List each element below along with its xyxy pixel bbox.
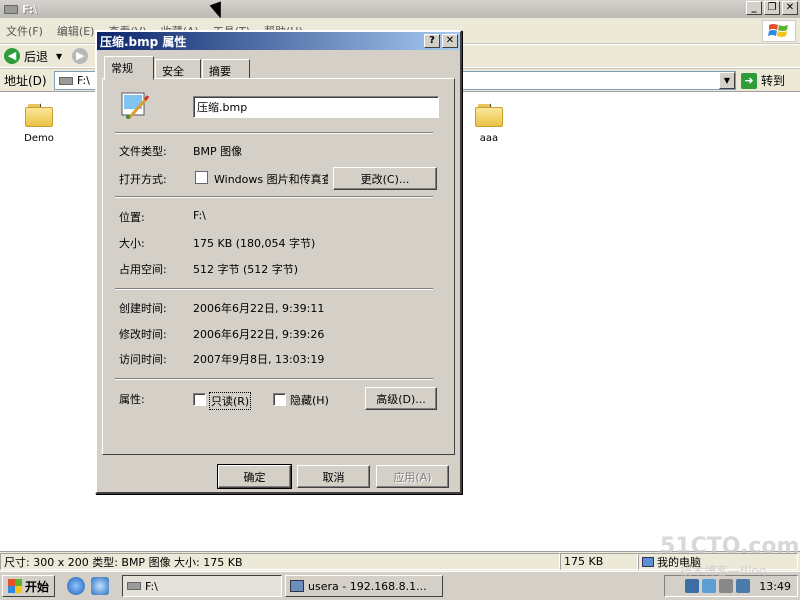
go-button[interactable]: ➜ 转到	[741, 71, 797, 90]
back-arrow-icon[interactable]: ◀	[4, 48, 20, 64]
back-dropdown-icon[interactable]: ▼	[56, 52, 62, 61]
modified-value: 2006年6月22日, 9:39:26	[193, 328, 325, 341]
address-label: 地址(D)	[4, 73, 47, 88]
close-button[interactable]: ✕	[782, 1, 798, 15]
accessed-label: 访问时间:	[119, 353, 167, 366]
help-button[interactable]: ?	[424, 34, 440, 48]
start-label: 开始	[25, 579, 50, 594]
start-button[interactable]: 开始	[2, 575, 56, 597]
go-arrow-icon: ➜	[741, 72, 757, 89]
explorer-titlebar: F:\ _ ❐ ✕	[0, 0, 800, 18]
hidden-checkbox[interactable]	[273, 393, 286, 406]
type-label: 文件类型:	[119, 145, 167, 158]
photo-viewer-icon	[195, 171, 208, 184]
folder-item[interactable]: Demo	[14, 103, 64, 144]
opens-with-value: Windows 图片和传真查看器	[214, 173, 328, 186]
size-on-disk-label: 占用空间:	[119, 263, 167, 276]
tab-general[interactable]: 常规	[104, 56, 154, 80]
modified-label: 修改时间:	[119, 328, 167, 341]
tab-security[interactable]: 安全	[155, 59, 201, 79]
readonly-checkbox[interactable]	[193, 393, 206, 406]
size-value: 175 KB (180,054 字节)	[193, 237, 316, 250]
menu-file[interactable]: 文件(F)	[6, 23, 43, 39]
address-dropdown-button[interactable]: ▼	[719, 72, 735, 89]
clock: 13:49	[759, 579, 791, 593]
bitmap-file-icon	[119, 90, 151, 122]
windows-flag-icon	[8, 579, 22, 593]
filename-value: 压缩.bmp	[197, 101, 248, 114]
folder-icon	[25, 103, 53, 127]
menu-edit[interactable]: 编辑(E)	[57, 23, 95, 39]
separator	[115, 378, 433, 380]
folder-name: aaa	[479, 133, 499, 144]
cancel-button[interactable]: 取消	[297, 465, 370, 488]
network-icon[interactable]	[702, 579, 717, 593]
properties-dialog: 压缩.bmp 属性 ? ✕ 常规 安全 摘要 压缩.bmp 文件类型: BMP …	[95, 30, 462, 494]
go-button-label: 转到	[761, 74, 786, 88]
status-info: 尺寸: 300 x 200 类型: BMP 图像 大小: 175 KB	[0, 553, 560, 570]
change-button[interactable]: 更改(C)...	[333, 167, 437, 190]
drive-icon	[59, 76, 73, 85]
folder-item[interactable]: aaa	[464, 103, 514, 144]
folder-name: Demo	[24, 133, 54, 144]
minimize-button[interactable]: _	[746, 1, 762, 15]
separator	[115, 196, 433, 198]
internet-explorer-icon[interactable]	[67, 577, 86, 595]
computer-icon	[642, 556, 654, 567]
taskbar-item-explorer[interactable]: F:\	[122, 575, 282, 597]
drive-icon	[127, 582, 141, 590]
attributes-label: 属性:	[119, 393, 145, 406]
shield-icon[interactable]	[685, 579, 700, 593]
tab-summary[interactable]: 摘要	[202, 59, 250, 79]
location-value: F:\	[193, 209, 206, 222]
address-value: F:\	[77, 74, 90, 87]
watermark: 51CTO.com	[660, 534, 800, 559]
forward-arrow-icon[interactable]: ▶	[72, 48, 89, 64]
type-value: BMP 图像	[193, 145, 243, 158]
dialog-close-button[interactable]: ✕	[442, 34, 458, 48]
taskbar-item-label: usera - 192.168.8.1...	[308, 579, 427, 593]
remote-desktop-icon	[290, 580, 304, 592]
taskbar-item-label: F:\	[145, 579, 158, 593]
size-on-disk-value: 512 字节 (512 字节)	[193, 263, 299, 276]
drive-icon	[4, 4, 18, 14]
status-size: 175 KB	[560, 553, 638, 570]
apply-button[interactable]: 应用(A)	[376, 465, 449, 488]
taskbar-item-remote[interactable]: usera - 192.168.8.1...	[285, 575, 443, 597]
location-label: 位置:	[119, 211, 145, 224]
volume-icon[interactable]	[719, 579, 734, 593]
accessed-value: 2007年9月8日, 13:03:19	[193, 353, 325, 366]
dialog-titlebar: 压缩.bmp 属性 ? ✕	[97, 32, 460, 50]
size-label: 大小:	[119, 237, 145, 250]
windows-logo-icon	[762, 20, 796, 42]
restore-button[interactable]: ❐	[764, 1, 780, 15]
hidden-label[interactable]: 隐藏(H)	[290, 392, 329, 408]
display-icon[interactable]	[736, 579, 751, 593]
created-label: 创建时间:	[119, 302, 167, 315]
back-button-label[interactable]: 后退	[24, 48, 48, 65]
filename-input[interactable]: 压缩.bmp	[193, 96, 439, 118]
window-title: F:\	[22, 2, 38, 16]
ok-button[interactable]: 确定	[217, 464, 292, 489]
separator	[115, 288, 433, 290]
folder-icon	[475, 103, 503, 127]
explorer-quicklaunch-icon[interactable]	[91, 577, 110, 595]
dialog-title: 压缩.bmp 属性	[100, 34, 187, 49]
advanced-button[interactable]: 高级(D)...	[365, 387, 437, 410]
opens-with-label: 打开方式:	[119, 173, 167, 186]
watermark-subtitle: 技术博客—Blog	[680, 564, 767, 578]
created-value: 2006年6月22日, 9:39:11	[193, 302, 325, 315]
readonly-label[interactable]: 只读(R)	[209, 392, 252, 410]
separator	[115, 132, 433, 134]
